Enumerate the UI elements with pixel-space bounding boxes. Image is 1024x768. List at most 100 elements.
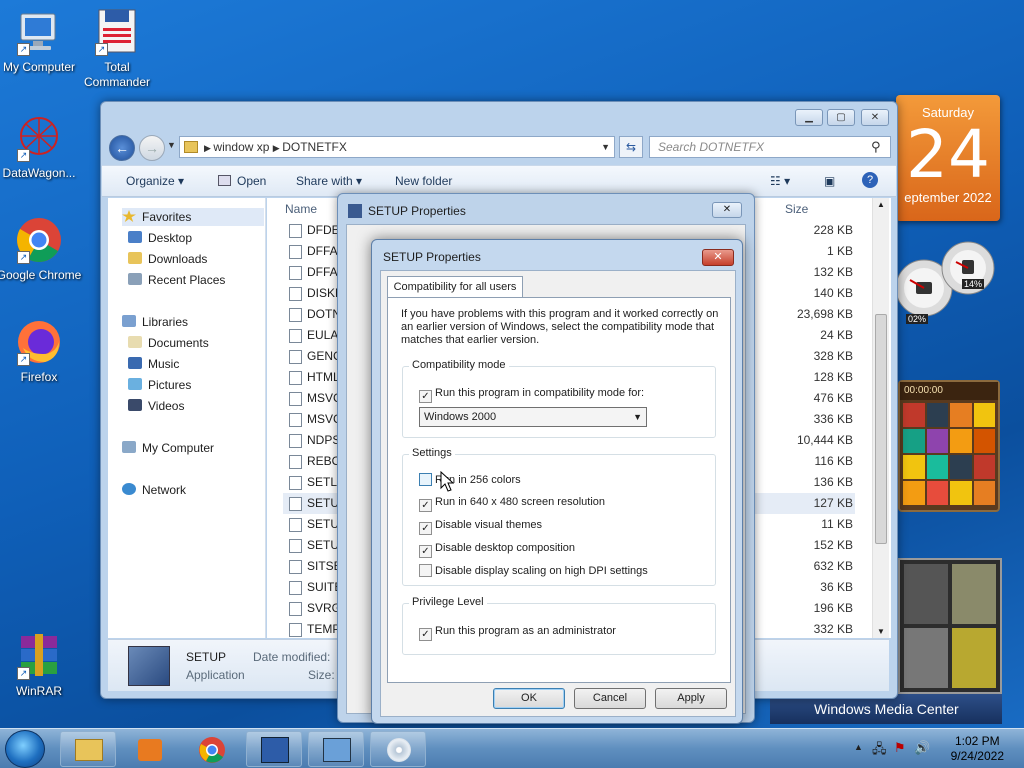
nav-libraries[interactable]: Libraries <box>122 313 188 331</box>
desktop-icon-total-commander[interactable]: ↗ Total Commander <box>74 8 160 90</box>
checkbox-box[interactable]: ✓ <box>419 499 432 512</box>
taskbar-media-player-button[interactable] <box>122 731 178 767</box>
tab-compatibility-all-users[interactable]: Compatibility for all users <box>387 276 523 298</box>
run-as-administrator-checkbox[interactable]: ✓ Run this program as an administrator <box>419 625 616 641</box>
videos-icon <box>128 399 142 411</box>
apply-button[interactable]: Apply <box>655 688 727 709</box>
explorer-caption-bar[interactable]: ▁ ▢ ✕ <box>101 102 897 134</box>
address-bar[interactable]: ▶ window xp ▶ DOTNETFX ▼ <box>179 136 615 158</box>
desktop-icon-winrar[interactable]: ↗ WinRAR <box>0 632 82 699</box>
navigation-pane[interactable]: Favorites Desktop Downloads Recent Place… <box>108 198 266 638</box>
search-icon[interactable]: ⚲ <box>871 139 881 155</box>
computer-icon <box>122 441 136 453</box>
run-in-256-colors-checkbox[interactable]: Run in 256 colors <box>419 473 521 487</box>
nav-documents[interactable]: Documents <box>128 334 209 352</box>
close-button[interactable]: ✕ <box>861 109 889 126</box>
forward-button[interactable]: → <box>139 135 165 161</box>
recent-pages-chevron-icon[interactable]: ▼ <box>167 140 176 150</box>
compatibility-os-select[interactable]: Windows 2000 ▼ <box>419 407 647 427</box>
open-button[interactable]: Open <box>218 174 266 188</box>
dialog-close-button[interactable]: ✕ <box>702 249 734 266</box>
nav-pictures[interactable]: Pictures <box>128 376 191 394</box>
run-in-compatibility-mode-checkbox[interactable]: ✓ Run this program in compatibility mode … <box>419 387 644 403</box>
scroll-down-arrow[interactable]: ▼ <box>877 627 885 636</box>
checkbox-box[interactable]: ✓ <box>419 390 432 403</box>
puzzle-grid[interactable] <box>900 400 998 508</box>
folder-icon <box>184 141 198 153</box>
show-hidden-icons-chevron-icon[interactable]: ▲ <box>854 742 863 752</box>
cancel-button[interactable]: Cancel <box>574 688 646 709</box>
file-size: 36 KB <box>820 580 853 594</box>
nav-recent-places[interactable]: Recent Places <box>128 271 225 289</box>
file-icon <box>289 434 302 448</box>
taskbar-chrome-button[interactable] <box>184 731 240 767</box>
taskbar-total-commander-button[interactable] <box>246 731 302 767</box>
network-tray-icon[interactable]: 🖧 <box>872 740 887 762</box>
nav-music[interactable]: Music <box>128 355 179 373</box>
preview-pane-icon[interactable]: ▣ <box>824 174 835 188</box>
desktop-icon-chrome[interactable]: ↗ Google Chrome <box>0 216 82 283</box>
taskbar-control-panel-button[interactable] <box>308 731 364 767</box>
scroll-up-arrow[interactable]: ▲ <box>877 200 885 209</box>
checkbox-label: Run this program as an administrator <box>435 625 616 637</box>
breadcrumb-dotnetfx[interactable]: DOTNETFX <box>282 140 347 154</box>
properties-dialog[interactable]: SETUP Properties ✕ Compatibility for all… <box>371 239 743 724</box>
checkbox-label: Disable visual themes <box>435 519 542 531</box>
column-header-size[interactable]: Size <box>785 202 808 216</box>
checkbox-box[interactable] <box>419 564 432 577</box>
breadcrumb-window-xp[interactable]: window xp <box>213 140 269 154</box>
dialog-title: SETUP Properties <box>383 250 481 264</box>
action-center-flag-icon[interactable]: ⚑ <box>894 740 906 756</box>
clock[interactable]: 1:02 PM 9/24/2022 <box>951 734 1004 764</box>
organize-button[interactable]: Organize ▾ <box>126 174 184 188</box>
checkbox-box[interactable] <box>419 473 432 486</box>
picture-puzzle-gadget[interactable]: 00:00:00 <box>898 380 1000 512</box>
checkbox-box[interactable]: ✓ <box>419 628 432 641</box>
desktop-icon-my-computer[interactable]: ↗ My Computer <box>0 8 82 75</box>
scroll-thumb[interactable] <box>875 314 887 544</box>
nav-downloads-label: Downloads <box>148 252 208 266</box>
nav-network[interactable]: Network <box>122 481 186 499</box>
search-input[interactable]: Search DOTNETFX <box>649 136 891 158</box>
disable-dpi-scaling-checkbox[interactable]: Disable display scaling on high DPI sett… <box>419 564 648 578</box>
taskbar-cd-button[interactable] <box>370 731 426 767</box>
select-dropdown-icon[interactable]: ▼ <box>633 408 642 426</box>
refresh-button[interactable]: ⇆ <box>619 136 643 158</box>
nav-desktop-label: Desktop <box>148 231 193 245</box>
details-name: SETUP <box>186 650 227 664</box>
desktop-icon-firefox[interactable]: ↗ Firefox <box>0 318 82 385</box>
cpu-meter-gadget[interactable]: 02% 14% <box>895 232 1000 332</box>
nav-favorites[interactable]: Favorites <box>122 208 264 226</box>
checkbox-box[interactable]: ✓ <box>419 545 432 558</box>
volume-icon[interactable]: 🔊 <box>914 740 930 756</box>
maximize-button[interactable]: ▢ <box>827 109 855 126</box>
nav-videos[interactable]: Videos <box>128 397 184 415</box>
desktop-icon-datawagon[interactable]: ↗ DataWagon... <box>0 114 82 181</box>
ram-percent: 14% <box>962 279 985 289</box>
start-button[interactable] <box>5 730 45 768</box>
help-icon[interactable]: ? <box>862 172 878 188</box>
disable-desktop-composition-checkbox[interactable]: ✓ Disable desktop composition <box>419 542 575 558</box>
view-options-icon[interactable]: ☷ ▾ <box>770 174 790 188</box>
calendar-gadget[interactable]: Saturday 24 eptember 2022 <box>896 95 1000 221</box>
ok-button[interactable]: OK <box>493 688 565 709</box>
address-dropdown-icon[interactable]: ▼ <box>601 137 610 157</box>
checkbox-box[interactable]: ✓ <box>419 522 432 535</box>
media-center-tile[interactable] <box>898 558 1002 694</box>
nav-downloads[interactable]: Downloads <box>128 250 207 268</box>
file-name: EULA <box>307 328 339 342</box>
back-dialog-close-button[interactable]: ✕ <box>712 202 742 218</box>
taskbar-explorer-button[interactable] <box>60 731 116 767</box>
nav-my-computer[interactable]: My Computer <box>122 439 214 457</box>
file-list-scrollbar[interactable]: ▲ ▼ <box>872 198 889 638</box>
minimize-button[interactable]: ▁ <box>795 109 823 126</box>
back-button[interactable]: ← <box>109 135 135 161</box>
column-header-name[interactable]: Name <box>285 202 317 216</box>
disable-visual-themes-checkbox[interactable]: ✓ Disable visual themes <box>419 519 542 535</box>
run-640x480-checkbox[interactable]: ✓ Run in 640 x 480 screen resolution <box>419 496 605 512</box>
nav-desktop[interactable]: Desktop <box>128 229 192 247</box>
share-with-button[interactable]: Share with ▾ <box>296 174 362 188</box>
file-icon <box>289 455 302 469</box>
file-size: 23,698 KB <box>796 307 853 321</box>
new-folder-button[interactable]: New folder <box>395 174 452 188</box>
